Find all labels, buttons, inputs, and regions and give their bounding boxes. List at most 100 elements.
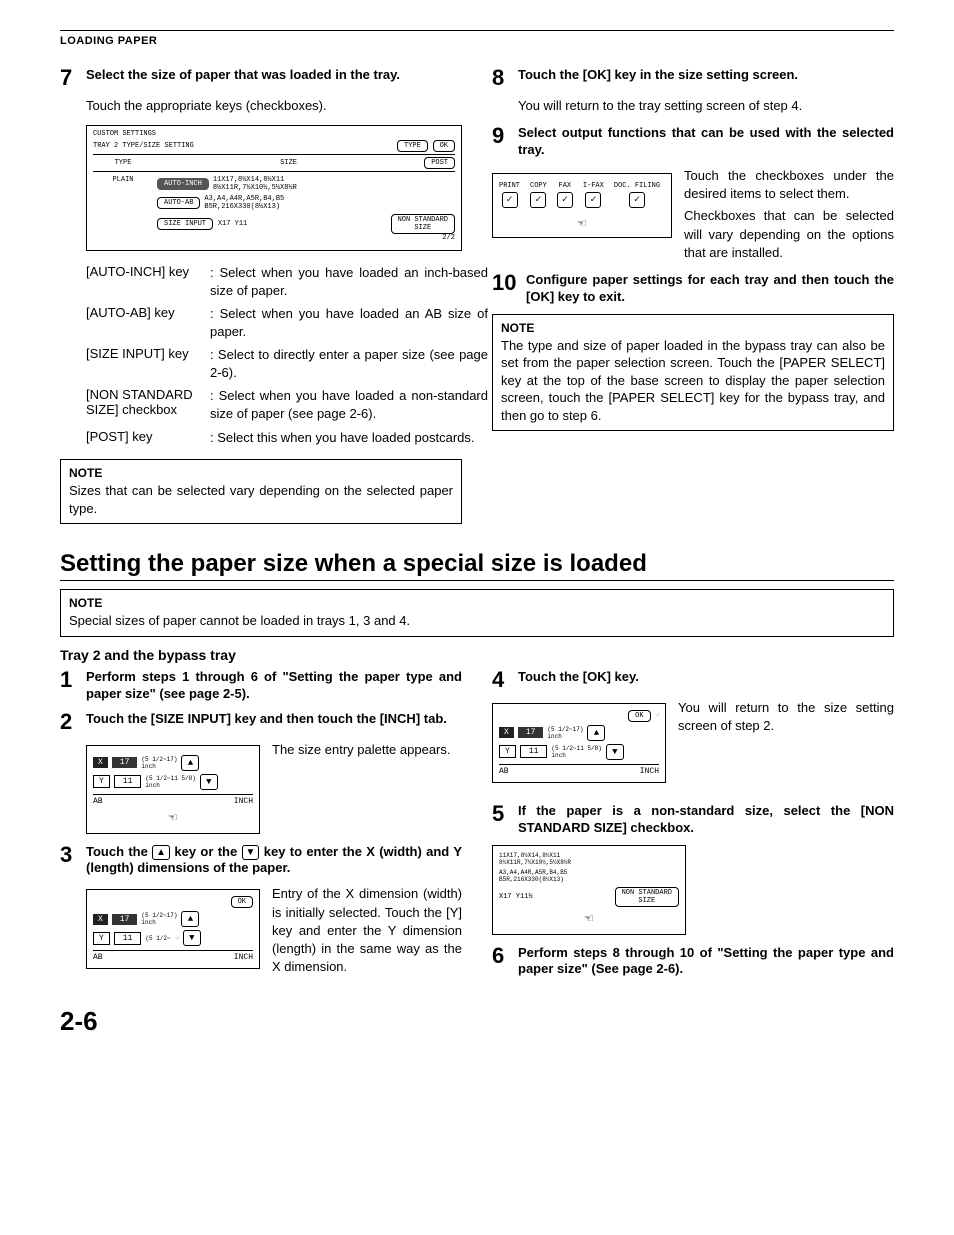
step-8-body: You will return to the tray setting scre…	[518, 97, 894, 115]
x-tag-3: X	[499, 727, 514, 738]
step-7-title: Select the size of paper that was loaded…	[86, 67, 462, 84]
section2-subheading: Tray 2 and the bypass tray	[60, 647, 894, 663]
s2-step-6: 6 Perform steps 8 through 10 of "Setting…	[492, 945, 894, 979]
y-range: (5 1/2~11 5/8) inch	[145, 775, 195, 789]
inline-down-arrow-icon: ▼	[242, 845, 260, 860]
left-column: 7 Select the size of paper that was load…	[60, 67, 462, 532]
step-10-number: 10	[492, 272, 522, 294]
s2-step-2: 2 Touch the [SIZE INPUT] key and then to…	[60, 711, 462, 733]
s2-step-4-title: Touch the [OK] key.	[518, 669, 894, 686]
key-size-input-desc: : Select to directly enter a paper size …	[210, 343, 488, 384]
cbx-copy-label: COPY	[530, 182, 547, 190]
nonstandard-panel: 11X17,8½X14,8½X11 8½X11R,7½X10½,5½X8½R A…	[492, 845, 686, 935]
down-arrow-button-2[interactable]: ▼	[183, 930, 201, 946]
panel-plain-label: PLAIN	[93, 176, 153, 184]
left-note-body: Sizes that can be selected vary dependin…	[69, 482, 453, 517]
cbx-copy[interactable]: ✓	[530, 192, 546, 208]
step-10-title: Configure paper settings for each tray a…	[526, 272, 894, 306]
s2-step-4-number: 4	[492, 669, 514, 691]
ab-tab[interactable]: AB	[93, 797, 103, 806]
step-9-title: Select output functions that can be used…	[518, 125, 894, 159]
x-range: (5 1/2~17) inch	[141, 756, 177, 770]
cbx-print[interactable]: ✓	[502, 192, 518, 208]
up-arrow-button-3[interactable]: ▲	[587, 725, 605, 741]
x-value: 17	[112, 757, 138, 768]
section2-note-box: NOTE Special sizes of paper cannot be lo…	[60, 589, 894, 637]
step-8-title: Touch the [OK] key in the size setting s…	[518, 67, 894, 84]
panel-size-header: SIZE	[157, 159, 420, 167]
page-header: LOADING PAPER	[60, 35, 894, 47]
x-value-2: 17	[112, 914, 138, 925]
auto-inch-sizes: 11X17,8½X14,8½X11 8½X11R,7½X10½,5½X8½R	[213, 176, 297, 192]
section2-note-title: NOTE	[69, 596, 885, 610]
key-size-input: [SIZE INPUT] key	[86, 343, 210, 384]
s2-step-5: 5 If the paper is a non-standard size, s…	[492, 803, 894, 837]
s2-step-6-number: 6	[492, 945, 514, 967]
panel-trayline: TRAY 2 TYPE/SIZE SETTING	[93, 142, 194, 150]
s2-step-5-number: 5	[492, 803, 514, 825]
hand-icon-3: ☜	[175, 934, 179, 943]
s2-step-2-number: 2	[60, 711, 82, 733]
panel-ok-button[interactable]: OK	[433, 140, 455, 152]
s2-step-2-title: Touch the [SIZE INPUT] key and then touc…	[86, 711, 462, 728]
x-value-3: 17	[518, 727, 544, 738]
y-tag-2[interactable]: Y	[93, 932, 110, 945]
key-auto-ab-desc: : Select when you have loaded an AB size…	[210, 302, 488, 343]
panel5-line2: A3,A4,A4R,A5R,B4,B5 B5R,216X330(8½X13)	[499, 869, 679, 883]
panel-page-indicator: 2/2	[157, 234, 455, 242]
cbx-docfiling[interactable]: ✓	[629, 192, 645, 208]
lower-columns: 1 Perform steps 1 through 6 of "Setting …	[60, 669, 894, 987]
right-column: 8 Touch the [OK] key in the size setting…	[492, 67, 894, 532]
cbx-ifax[interactable]: ✓	[585, 192, 601, 208]
panel-post-button[interactable]: POST	[424, 157, 455, 169]
s2-step-1: 1 Perform steps 1 through 6 of "Setting …	[60, 669, 462, 703]
left-note-box: NOTE Sizes that can be selected vary dep…	[60, 459, 462, 524]
inch-tab[interactable]: INCH	[234, 797, 253, 806]
x-tag-2: X	[93, 914, 108, 925]
size-entry-panel-3: OK ☜ X 17 (5 1/2~17) inch ▲ Y 11 (5 1/2~…	[492, 703, 666, 783]
inline-up-arrow-icon: ▲	[152, 845, 170, 860]
y-tag-3[interactable]: Y	[499, 745, 516, 758]
inch-tab-3[interactable]: INCH	[640, 767, 659, 776]
section2-note-body: Special sizes of paper cannot be loaded …	[69, 612, 885, 630]
top-rule	[60, 30, 894, 31]
panel-type-button[interactable]: TYPE	[397, 140, 428, 152]
right-note-title: NOTE	[501, 321, 885, 335]
ab-tab-3[interactable]: AB	[499, 767, 509, 776]
step-7-number: 7	[60, 67, 82, 89]
s2-step-3-number: 3	[60, 844, 82, 866]
up-arrow-button-2[interactable]: ▲	[181, 911, 199, 927]
step-9-number: 9	[492, 125, 514, 147]
auto-ab-button[interactable]: AUTO-AB	[157, 197, 200, 209]
hand-icon-4: ☜	[655, 712, 659, 720]
section2-left-column: 1 Perform steps 1 through 6 of "Setting …	[60, 669, 462, 987]
key-auto-ab: [AUTO-AB] key	[86, 302, 210, 343]
panel5-nonstd-checkbox[interactable]: NON STANDARD SIZE	[615, 887, 679, 907]
cbx-fax[interactable]: ✓	[557, 192, 573, 208]
panel5-line1: 11X17,8½X14,8½X11 8½X11R,7½X10½,5½X8½R	[499, 852, 679, 866]
inch-tab-2[interactable]: INCH	[234, 953, 253, 962]
mini-ok-button-2[interactable]: OK	[628, 710, 650, 722]
s2-step-6-title: Perform steps 8 through 10 of "Setting t…	[518, 945, 894, 979]
mini-ok-button[interactable]: OK	[231, 896, 253, 908]
page-number: 2-6	[60, 1006, 894, 1037]
panel-custom-label: CUSTOM SETTINGS	[93, 130, 455, 138]
y-tag[interactable]: Y	[93, 775, 110, 788]
step-9: 9 Select output functions that can be us…	[492, 125, 894, 159]
panel5-xy: X17 Y11½	[499, 893, 533, 901]
auto-ab-sizes: A3,A4,A4R,A5R,B4,B5 B5R,216X330(8½X13)	[204, 195, 284, 211]
ab-tab-2[interactable]: AB	[93, 953, 103, 962]
up-arrow-button[interactable]: ▲	[181, 755, 199, 771]
s2-step-4-body: You will return to the size setting scre…	[678, 699, 894, 735]
key-auto-inch: [AUTO-INCH] key	[86, 261, 210, 302]
s2-step-3: 3 Touch the ▲ key or the ▼ key to enter …	[60, 844, 462, 878]
auto-inch-button[interactable]: AUTO-INCH	[157, 178, 209, 190]
nonstandard-checkbox[interactable]: NON STANDARD SIZE	[391, 214, 455, 234]
y-range-3: (5 1/2~11 5/8) inch	[551, 745, 601, 759]
down-arrow-button-3[interactable]: ▼	[606, 744, 624, 760]
cbx-print-label: PRINT	[499, 182, 520, 190]
x-range-3: (5 1/2~17) inch	[547, 726, 583, 740]
s2-step-2-body: The size entry palette appears.	[272, 741, 462, 759]
down-arrow-button[interactable]: ▼	[200, 774, 218, 790]
size-input-button[interactable]: SIZE INPUT	[157, 218, 213, 230]
